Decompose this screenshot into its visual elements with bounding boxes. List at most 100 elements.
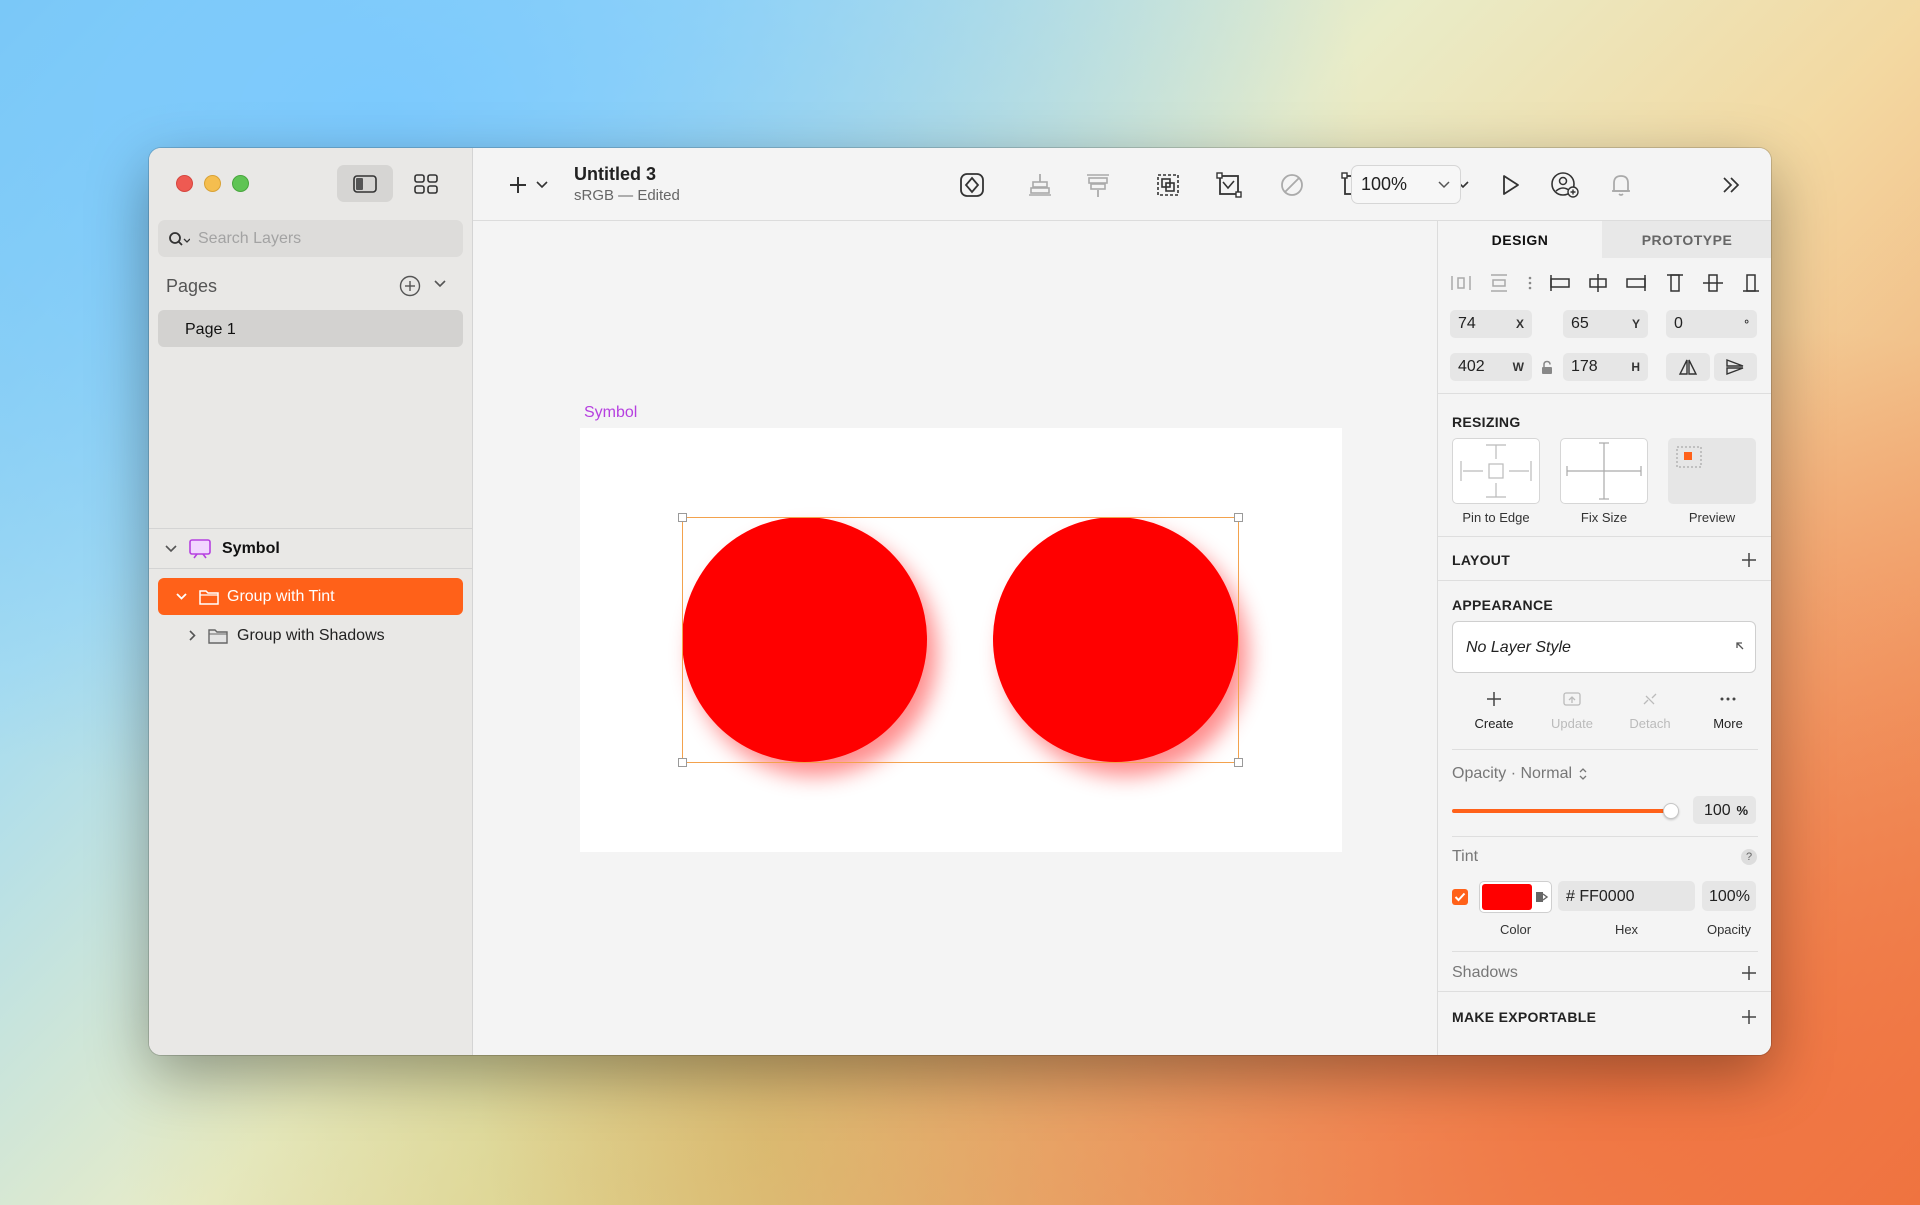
align-top-icon[interactable] [1664,273,1686,293]
y-suffix: Y [1631,317,1640,331]
lock-icon[interactable] [1541,360,1553,375]
components-view-toggle[interactable] [398,165,454,202]
sidebar-view-toggle[interactable] [337,165,393,202]
add-layout-icon[interactable] [1741,552,1757,568]
artboard-label[interactable]: Symbol [584,404,637,422]
layer-group-with-tint[interactable]: Group with Tint [158,578,463,615]
tint-color-swatch[interactable] [1479,881,1552,913]
minimize-window-button[interactable] [204,175,221,192]
layer-label: Group with Shadows [237,626,385,644]
folder-icon [199,589,219,605]
chevron-down-icon[interactable] [175,592,188,601]
chevron-right-icon[interactable] [188,629,197,642]
opacity-slider-knob[interactable] [1663,803,1679,819]
layer-style-value: No Layer Style [1466,639,1571,656]
layer-group-with-shadows[interactable]: Group with Shadows [158,617,463,654]
create-style-button[interactable]: Create [1455,691,1533,731]
tint-opacity-field[interactable]: 100% [1702,881,1756,911]
align-middle-v-icon[interactable] [1702,273,1724,293]
tab-prototype[interactable]: PROTOTYPE [1602,221,1771,258]
rotation-suffix: ° [1744,317,1749,331]
share-button[interactable] [1550,170,1580,200]
flip-vertical-icon [1726,358,1744,376]
preview-play-button[interactable] [1495,170,1525,200]
add-page-icon[interactable] [399,275,421,297]
y-field[interactable]: 65 Y [1563,310,1648,338]
align-right-icon[interactable] [1625,273,1647,293]
page-item[interactable]: Page 1 [158,310,463,347]
opacity-blend-select[interactable]: Opacity · Normal [1452,765,1588,783]
mask-button[interactable] [1277,170,1307,200]
fix-size-option[interactable] [1560,438,1648,504]
tint-checkbox[interactable] [1452,889,1468,905]
distribute-horizontal-icon[interactable] [1450,273,1472,293]
pages-header: Pages [166,276,218,296]
toggle-inspector-button[interactable] [1716,170,1746,200]
group-icon [1157,174,1179,196]
detach-style-button[interactable]: Detach [1611,691,1689,731]
layers-sidebar: Pages Page 1 Symbol Group with Tint Grou… [149,148,473,1055]
tab-design[interactable]: DESIGN [1438,221,1602,258]
align-left-icon[interactable] [1549,273,1571,293]
w-suffix: W [1512,360,1524,374]
opacity-field[interactable]: 100 % [1693,796,1756,824]
selection-bounding-box[interactable] [678,513,1243,767]
zoom-select[interactable]: 100% [1351,165,1461,204]
more-style-button[interactable]: More [1689,691,1767,731]
play-icon [1503,175,1519,195]
layer-search[interactable] [158,220,463,257]
close-window-button[interactable] [176,175,193,192]
add-shadow-icon[interactable] [1741,965,1757,981]
distribute-button[interactable] [1025,170,1055,200]
flip-vertical-button[interactable] [1714,353,1757,381]
search-icon [169,231,190,246]
resize-handle[interactable] [1234,513,1243,522]
resize-handle[interactable] [678,758,687,767]
divider [1438,393,1771,394]
app-window: Pages Page 1 Symbol Group with Tint Grou… [149,148,1771,1055]
distribute-vertical-icon[interactable] [1488,273,1510,293]
mask-icon [1281,174,1303,196]
chevron-down-icon[interactable] [536,181,548,189]
insert-button[interactable] [503,170,533,200]
resize-handle[interactable] [678,513,687,522]
height-field[interactable]: 178 H [1563,353,1648,381]
width-field[interactable]: 402 W [1450,353,1532,381]
create-symbol-button[interactable] [957,170,987,200]
main-toolbar: Untitled 3 sRGB — Edited 100% [473,148,1771,221]
pin-to-edge-option[interactable] [1452,438,1540,504]
canvas[interactable]: Symbol [473,221,1437,1055]
layer-label: Symbol [222,539,280,557]
opacity-blend-label: Opacity · Normal [1452,765,1573,782]
align-bottom-icon[interactable] [1740,273,1762,293]
stack-button[interactable] [1083,170,1113,200]
opacity-slider-track[interactable] [1452,809,1669,813]
search-input[interactable] [198,229,438,248]
layer-symbol[interactable]: Symbol [149,529,473,569]
rotation-field[interactable]: 0 ° [1666,310,1757,338]
flip-horizontal-button[interactable] [1666,353,1710,381]
x-field[interactable]: 74 X [1450,310,1532,338]
tint-hex-field[interactable]: # FF0000 [1558,881,1695,911]
layer-style-select[interactable]: No Layer Style [1452,621,1756,673]
resize-handle[interactable] [1234,758,1243,767]
align-center-h-icon[interactable] [1587,273,1609,293]
group-button[interactable] [1153,170,1183,200]
alignment-toolbar [1450,271,1762,295]
fix-size-icon [1566,442,1642,500]
help-icon[interactable]: ? [1741,849,1757,865]
notifications-button[interactable] [1606,170,1636,200]
frame-button[interactable] [1214,170,1244,200]
add-export-icon[interactable] [1741,1009,1757,1025]
preview-label: Preview [1688,510,1736,525]
chevron-down-icon[interactable] [433,279,447,289]
bell-icon [1612,175,1630,196]
update-label: Update [1551,716,1593,731]
share-user-icon [1551,172,1579,198]
zoom-window-button[interactable] [232,175,249,192]
shadows-header: Shadows [1452,964,1518,981]
update-style-button[interactable]: Update [1533,691,1611,731]
opacity-value: 100 [1704,802,1731,819]
more-vertical-icon[interactable] [1527,273,1533,293]
chevron-down-icon[interactable] [164,544,178,554]
